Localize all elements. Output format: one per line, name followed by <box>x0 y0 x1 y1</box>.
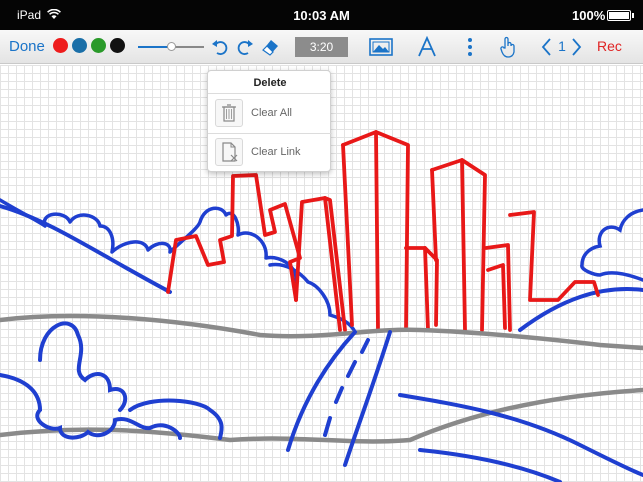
more-icon[interactable] <box>459 36 481 58</box>
status-bar: iPad 10:03 AM 100% <box>0 0 643 30</box>
image-icon[interactable] <box>369 36 393 58</box>
text-icon[interactable] <box>416 36 438 58</box>
clear-all-label: Clear All <box>251 107 292 119</box>
stroke-right-trees <box>580 208 643 282</box>
popover-title: Delete <box>253 77 287 89</box>
record-button[interactable]: Rec <box>597 38 622 54</box>
color-black-button[interactable] <box>110 38 125 53</box>
battery-percent: 100% <box>572 8 606 23</box>
stroke-size-thumb[interactable] <box>166 42 176 51</box>
stroke-left-hill <box>0 204 172 294</box>
redo-icon[interactable] <box>234 36 256 58</box>
status-time: 10:03 AM <box>293 8 350 23</box>
clear-link-icon <box>215 138 243 166</box>
stroke-right-hill <box>518 287 643 332</box>
hand-icon[interactable] <box>497 36 519 58</box>
stroke-left-trees <box>0 198 298 284</box>
color-green-button[interactable] <box>91 38 106 53</box>
clear-link-label: Clear Link <box>251 146 301 158</box>
color-red-button[interactable] <box>53 38 68 53</box>
delete-popover: Delete Clear All Clear Link <box>207 70 332 172</box>
toolbar: Done 3:20 1 Rec <box>0 30 643 64</box>
color-blue-button[interactable] <box>72 38 87 53</box>
trash-icon <box>215 99 243 127</box>
battery-icon <box>607 10 631 21</box>
next-page-icon[interactable] <box>570 36 584 58</box>
eraser-icon[interactable] <box>259 36 281 58</box>
stroke-size-slider[interactable] <box>138 42 204 51</box>
battery-tip <box>632 13 634 18</box>
undo-icon[interactable] <box>209 36 231 58</box>
done-button[interactable]: Done <box>9 38 45 55</box>
popover-divider <box>208 93 332 94</box>
clear-link-button[interactable]: Clear Link <box>208 134 332 172</box>
recording-timer: 3:20 <box>295 37 348 57</box>
clear-all-button[interactable]: Clear All <box>208 95 332 133</box>
